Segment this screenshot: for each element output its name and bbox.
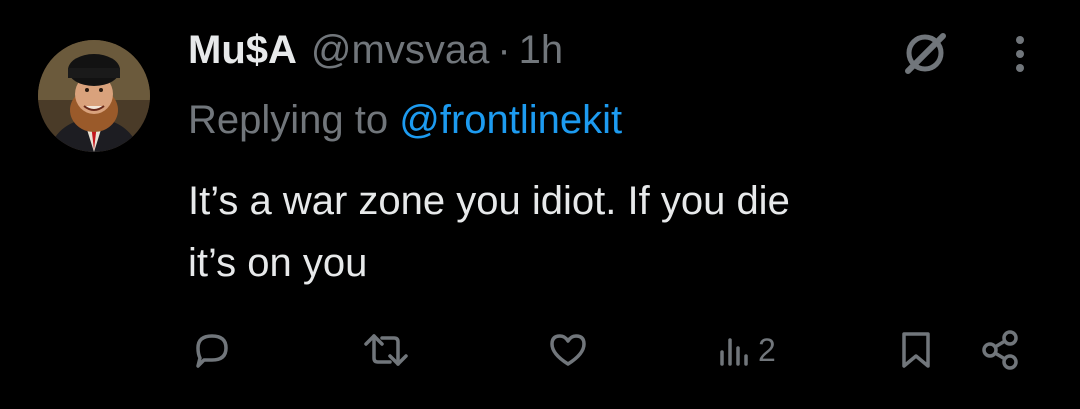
reply-icon	[190, 328, 234, 372]
view-count: 2	[758, 331, 776, 368]
tweet: Mu$A @mvsvaa · 1h Replying to @frontline…	[0, 0, 1080, 409]
retweet-icon	[362, 328, 410, 372]
views-button[interactable]: 2	[716, 328, 776, 372]
share-button[interactable]	[978, 328, 1022, 372]
like-icon	[546, 328, 590, 372]
action-bar: 2	[0, 0, 1080, 409]
bookmark-button[interactable]	[896, 328, 936, 372]
share-icon	[978, 328, 1022, 372]
retweet-button[interactable]	[362, 328, 410, 372]
like-button[interactable]	[546, 328, 590, 372]
reply-button[interactable]	[190, 328, 234, 372]
bookmark-icon	[896, 328, 936, 372]
views-icon	[716, 328, 752, 372]
